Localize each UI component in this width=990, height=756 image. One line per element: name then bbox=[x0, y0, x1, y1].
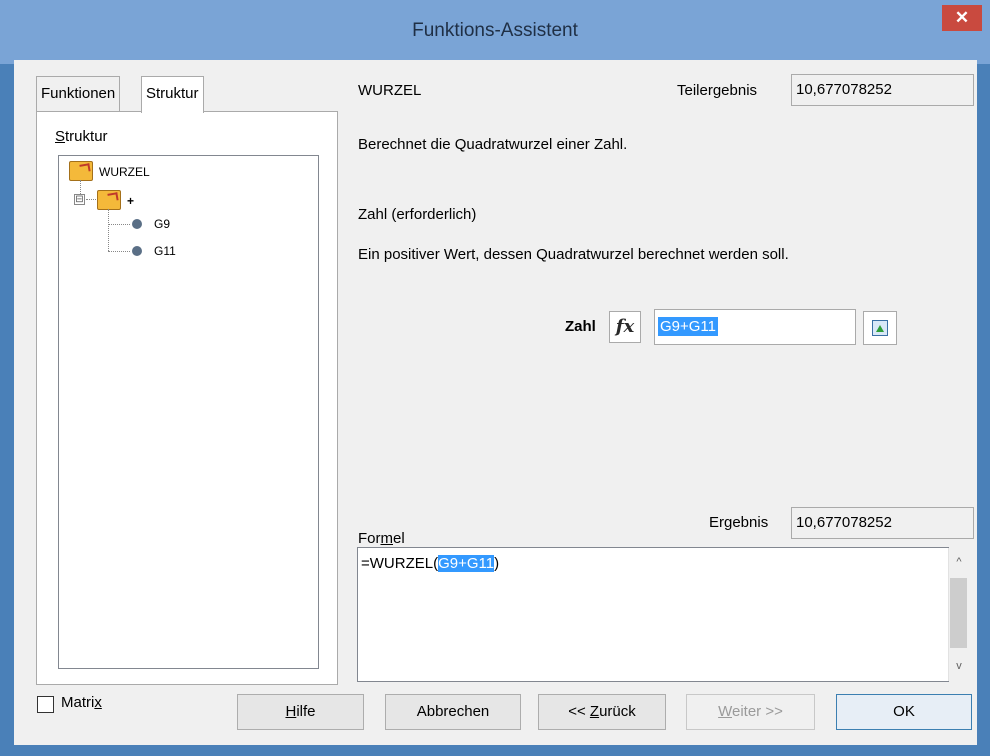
fx-icon: fx bbox=[615, 316, 635, 337]
folder-icon bbox=[97, 190, 121, 210]
structure-tree[interactable]: WURZEL ⊟ + G9 G11 bbox=[58, 155, 319, 669]
structure-label: Struktur bbox=[55, 128, 108, 145]
argument-name: Zahl (erforderlich) bbox=[358, 206, 477, 223]
scroll-thumb[interactable] bbox=[950, 578, 967, 648]
tree-node-wurzel[interactable]: WURZEL bbox=[99, 165, 150, 179]
shrink-button[interactable] bbox=[863, 311, 897, 345]
argument-input-value: G9+G11 bbox=[658, 317, 719, 336]
matrix-label[interactable]: Matrix bbox=[61, 694, 102, 711]
collapse-icon[interactable]: ⊟ bbox=[74, 194, 85, 205]
window-title: Funktions-Assistent bbox=[412, 20, 578, 41]
argument-label: Zahl bbox=[565, 318, 596, 335]
partial-result-label: Teilergebnis bbox=[677, 82, 758, 99]
bullet-icon bbox=[132, 246, 142, 256]
formula-label: Formel bbox=[358, 530, 405, 547]
tree-line bbox=[80, 180, 81, 194]
title-bar[interactable]: Funktions-Assistent ✕ bbox=[0, 0, 990, 64]
dialog-window: Funktions-Assistent ✕ Funktionen Struktu… bbox=[0, 0, 990, 756]
help-button[interactable]: Hilfe bbox=[237, 694, 364, 730]
argument-input[interactable]: G9+G11 bbox=[654, 309, 856, 345]
formula-text: =WURZEL(G9+G11) bbox=[361, 555, 500, 572]
close-button[interactable]: ✕ bbox=[942, 5, 982, 31]
result-field: 10,677078252 bbox=[791, 507, 974, 539]
tree-line bbox=[108, 251, 130, 252]
formula-scrollbar[interactable]: ^ v bbox=[948, 548, 969, 681]
folder-icon bbox=[69, 161, 93, 181]
tree-node-g9[interactable]: G9 bbox=[154, 217, 170, 231]
tree-line bbox=[86, 199, 96, 200]
result-label: Ergebnis bbox=[709, 514, 769, 531]
tab-struktur[interactable]: Struktur bbox=[141, 76, 204, 113]
partial-result-field: 10,677078252 bbox=[791, 74, 974, 106]
tree-line bbox=[108, 209, 109, 251]
dialog-client: Funktionen Struktur Struktur WURZEL ⊟ + … bbox=[14, 60, 977, 745]
scroll-down-icon[interactable]: v bbox=[949, 660, 969, 672]
structure-panel: Struktur WURZEL ⊟ + G9 G11 bbox=[36, 111, 338, 685]
tree-line bbox=[108, 224, 130, 225]
formula-editor[interactable]: =WURZEL(G9+G11) ^ v bbox=[357, 547, 969, 682]
function-name: WURZEL bbox=[358, 82, 422, 99]
scroll-up-icon[interactable]: ^ bbox=[949, 556, 969, 568]
cancel-button[interactable]: Abbrechen bbox=[385, 694, 521, 730]
argument-description: Ein positiver Wert, dessen Quadratwurzel… bbox=[358, 246, 789, 263]
back-button[interactable]: << Zurück bbox=[538, 694, 666, 730]
tree-node-g11[interactable]: G11 bbox=[154, 244, 176, 258]
function-description: Berechnet die Quadratwurzel einer Zahl. bbox=[358, 136, 628, 153]
next-button: Weiter >> bbox=[686, 694, 815, 730]
tree-node-plus[interactable]: + bbox=[127, 194, 134, 208]
shrink-arrow-icon bbox=[876, 325, 884, 332]
ok-button[interactable]: OK bbox=[836, 694, 972, 730]
function-wizard-button[interactable]: fx bbox=[609, 311, 641, 343]
tab-funktionen[interactable]: Funktionen bbox=[36, 76, 121, 111]
matrix-checkbox[interactable] bbox=[37, 696, 54, 713]
bullet-icon bbox=[132, 219, 142, 229]
